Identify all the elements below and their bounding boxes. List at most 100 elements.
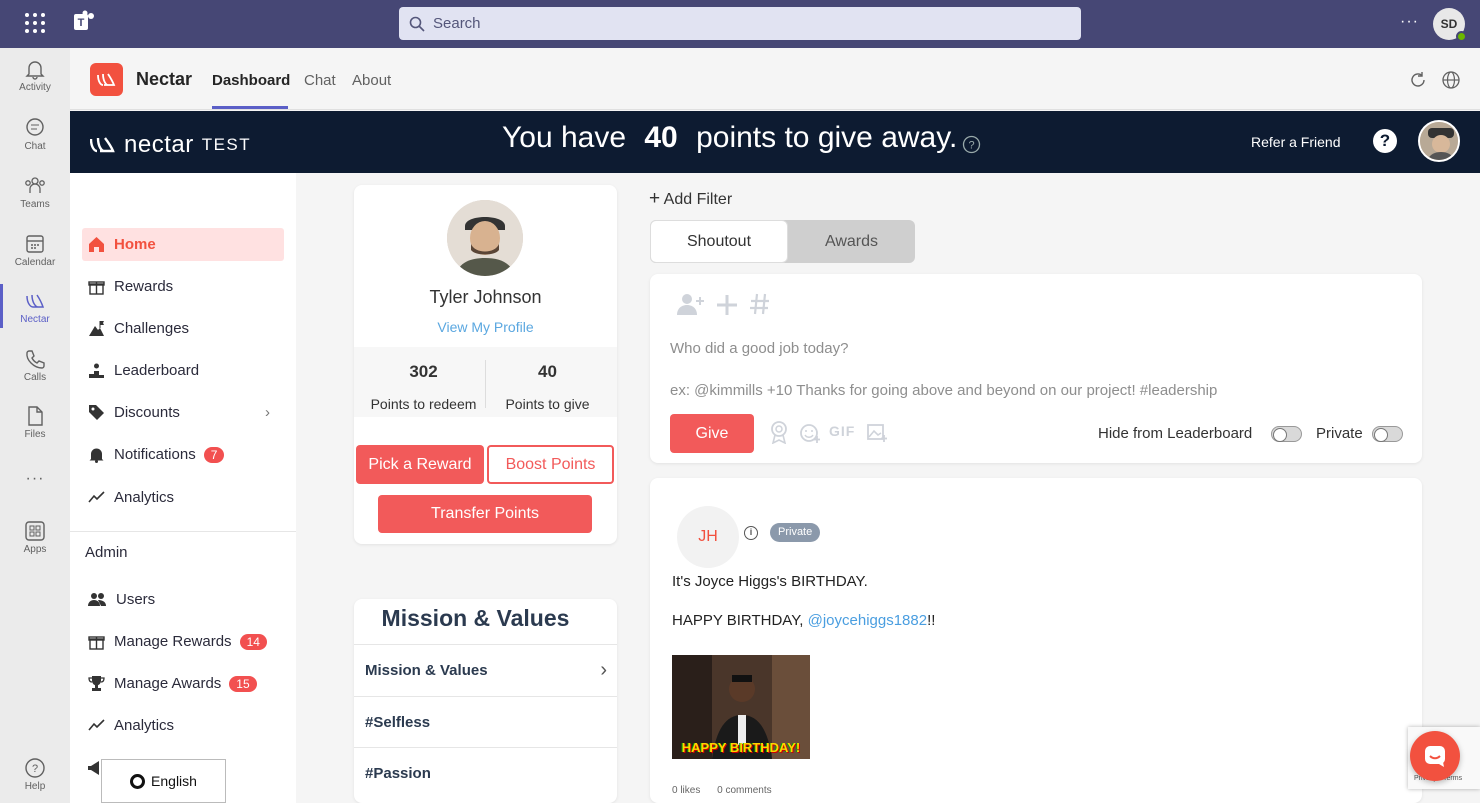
support-chat-button[interactable] (1410, 731, 1460, 781)
refer-friend-link[interactable]: Refer a Friend (1251, 134, 1340, 150)
transfer-points-button[interactable]: Transfer Points (378, 495, 592, 533)
rail-item-nectar[interactable]: Nectar (0, 284, 70, 328)
chevron-right-icon: › (600, 659, 607, 681)
mission-row-label: #Passion (365, 765, 431, 782)
nav-users[interactable]: Users (82, 583, 284, 616)
rail-item-help[interactable]: ? Help (0, 757, 70, 792)
stat-value: 302 (409, 362, 438, 381)
add-filter-button[interactable]: + Add Filter (649, 188, 732, 210)
hashtag-icon[interactable] (749, 293, 771, 320)
chat-icon (26, 118, 44, 136)
image-add-icon[interactable] (866, 421, 888, 448)
rail-item-calls[interactable]: Calls (0, 348, 70, 383)
segment-awards[interactable]: Awards (788, 220, 915, 263)
view-profile-link[interactable]: View My Profile (354, 319, 617, 335)
segment-shoutout[interactable]: Shoutout (650, 220, 788, 263)
nav-manage-awards[interactable]: Manage Awards 15 (82, 667, 284, 700)
rail-item-apps[interactable]: Apps (0, 520, 70, 555)
refresh-icon[interactable] (1408, 70, 1428, 95)
award-ribbon-icon[interactable] (768, 420, 790, 449)
pick-reward-button[interactable]: Pick a Reward (356, 445, 484, 484)
more-options-icon[interactable]: ··· (1400, 13, 1419, 31)
add-filter-label: Add Filter (663, 191, 733, 208)
stat-value: 40 (538, 362, 557, 381)
rail-item-teams[interactable]: Teams (0, 175, 70, 210)
language-label: English (151, 773, 197, 789)
rail-label: Nectar (20, 314, 50, 325)
mission-row[interactable]: Mission & Values › (354, 644, 617, 696)
gift-icon (88, 281, 105, 295)
rail-item-chat[interactable]: Chat (0, 117, 70, 152)
mission-row[interactable]: #Selfless (354, 696, 617, 747)
plus-points-icon[interactable] (716, 294, 738, 321)
nav-label: Home (114, 236, 156, 253)
nectar-logo-icon (90, 63, 123, 96)
boost-points-button[interactable]: Boost Points (487, 445, 614, 484)
comments-count[interactable]: 0 comments (717, 785, 771, 796)
shoutout-input[interactable]: Who did a good job today? (670, 340, 848, 357)
mention-link[interactable]: @joycehiggs1882 (808, 612, 927, 629)
post-meta: 0 likes 0 comments (672, 785, 772, 796)
emoji-add-icon[interactable] (799, 422, 821, 449)
banner-title: You have 40 points to give away. (502, 121, 957, 155)
nectar-icon (26, 294, 45, 308)
tab-chat[interactable]: Chat (304, 72, 336, 89)
mission-row[interactable]: #Passion (354, 747, 617, 799)
leaderboard-icon (89, 363, 104, 378)
profile-photo[interactable] (447, 200, 523, 276)
hide-leaderboard-toggle[interactable] (1271, 426, 1302, 442)
rail-more-icon[interactable]: ··· (0, 470, 70, 488)
post-author-avatar[interactable]: JH (677, 506, 739, 568)
calendar-icon (26, 235, 44, 253)
nav-label: Users (116, 591, 156, 608)
profile-avatar[interactable] (1418, 120, 1460, 162)
logo-suffix: TEST (201, 135, 252, 154)
apps-icon (25, 521, 45, 541)
stat-give: 40 Points to give (482, 362, 613, 412)
teams-icon (25, 177, 45, 193)
app-launcher-icon[interactable] (24, 12, 46, 39)
rail-item-files[interactable]: Files (0, 405, 70, 440)
rail-label: Calls (23, 372, 47, 383)
language-selector[interactable]: English (101, 759, 226, 803)
post-body-text: !! (927, 612, 936, 629)
nav-challenges[interactable]: Challenges (82, 312, 284, 345)
rail-label: Files (24, 429, 46, 440)
mountain-flag-icon (89, 321, 104, 336)
nav-discounts[interactable]: Discounts › (82, 396, 284, 429)
tab-dashboard[interactable]: Dashboard (212, 72, 290, 89)
manage-awards-count-badge: 15 (229, 675, 257, 692)
nav-label: Analytics (114, 717, 175, 734)
nav-label: Leaderboard (114, 362, 200, 379)
gif-button[interactable]: GIF (829, 423, 855, 439)
add-user-icon[interactable] (676, 292, 706, 321)
likes-count[interactable]: 0 likes (672, 785, 700, 796)
mission-row-label: Mission & Values (365, 662, 488, 679)
users-icon (88, 593, 106, 606)
info-question-icon[interactable]: ? (962, 135, 981, 159)
nav-rewards[interactable]: Rewards (82, 270, 284, 303)
give-button[interactable]: Give (670, 414, 754, 453)
search-input[interactable]: Search (399, 7, 1081, 40)
user-avatar[interactable]: SD (1433, 8, 1467, 42)
nav-home[interactable]: Home (82, 228, 284, 261)
nav-admin-analytics[interactable]: Analytics (82, 709, 284, 742)
trophy-icon (88, 676, 105, 691)
rail-label: Chat (24, 141, 46, 152)
nav-manage-rewards[interactable]: Manage Rewards 14 (82, 625, 284, 658)
logo-text: nectar (124, 131, 194, 158)
birthday-gif-image[interactable]: HAPPY BIRTHDAY! (672, 655, 810, 759)
rail-item-calendar[interactable]: Calendar (0, 233, 70, 268)
private-toggle[interactable] (1372, 426, 1403, 442)
nav-leaderboard[interactable]: Leaderboard (82, 354, 284, 387)
globe-icon[interactable] (1441, 70, 1461, 95)
help-button[interactable]: ? (1373, 129, 1397, 153)
nav-label: Discounts (114, 404, 180, 421)
tab-about[interactable]: About (352, 72, 391, 89)
divider (70, 531, 296, 532)
info-icon[interactable]: i (744, 526, 758, 540)
mission-row-label: #Selfless (365, 713, 431, 731)
rail-item-activity[interactable]: Activity (0, 58, 70, 93)
nav-analytics[interactable]: Analytics (82, 481, 284, 514)
nav-notifications[interactable]: Notifications 7 (82, 438, 284, 471)
